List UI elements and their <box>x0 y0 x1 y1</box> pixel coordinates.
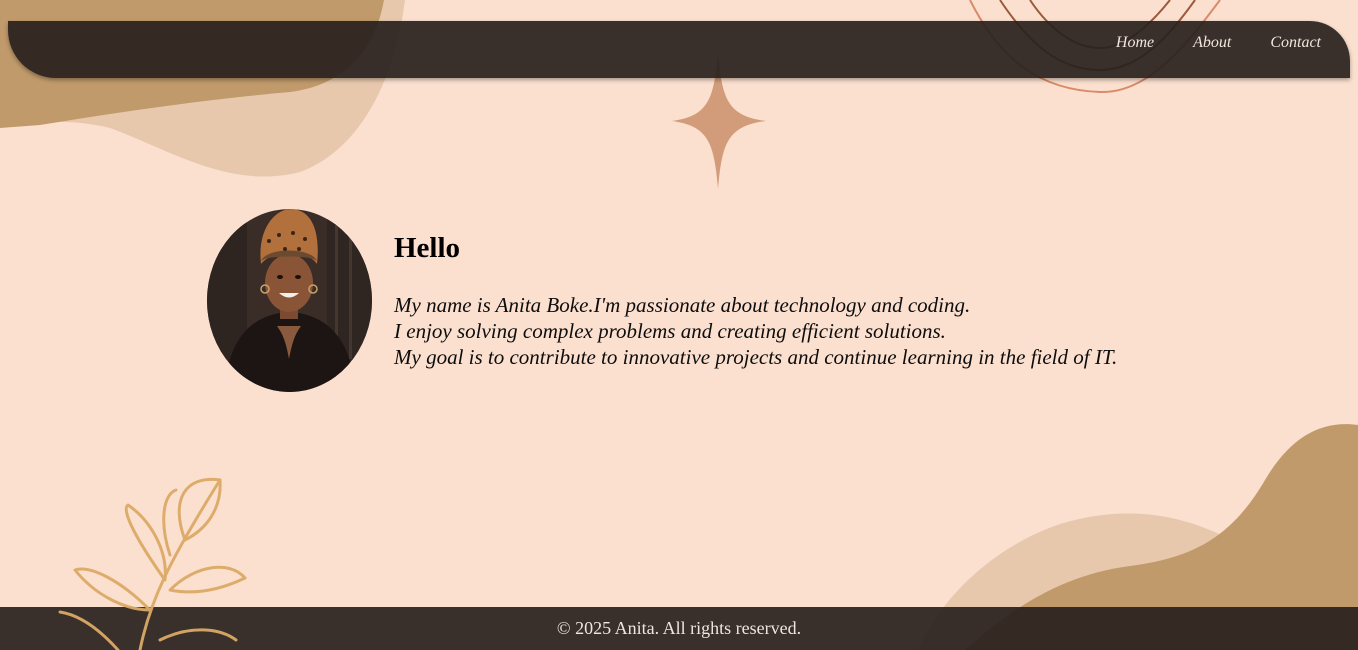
footer: © 2025 Anita. All rights reserved. <box>0 607 1358 650</box>
copyright-text: © 2025 Anita. All rights reserved. <box>556 618 802 638</box>
nav-links: Home About Contact <box>1077 34 1321 52</box>
nav-link-about[interactable]: About <box>1193 34 1231 52</box>
nav-link-contact[interactable]: Contact <box>1270 34 1321 52</box>
bio-line: My name is Anita Boke.I'm passionate abo… <box>394 293 971 317</box>
bio-paragraph: My name is Anita Boke.I'm passionate abo… <box>394 292 1117 370</box>
profile-photo <box>207 209 372 392</box>
bio-line: My goal is to contribute to innovative p… <box>394 345 1118 369</box>
greeting-heading: Hello <box>394 232 461 264</box>
top-navbar: Home About Contact <box>8 21 1350 78</box>
bio-line: I enjoy solving complex problems and cre… <box>394 319 946 343</box>
nav-link-home[interactable]: Home <box>1116 34 1154 52</box>
